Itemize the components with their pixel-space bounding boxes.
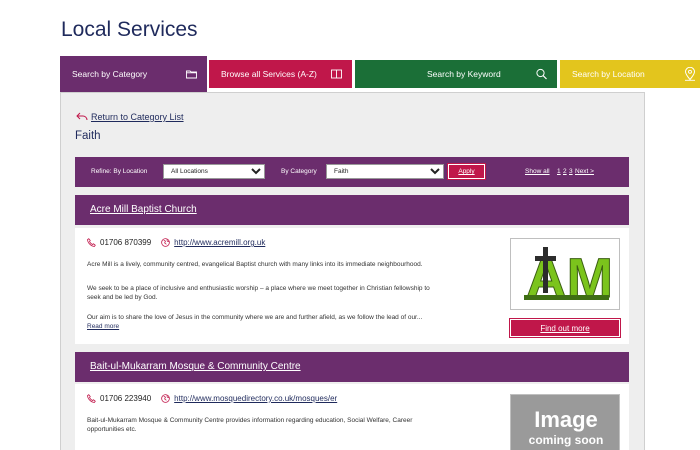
page-title: Local Services bbox=[61, 18, 198, 41]
description-paragraph: We seek to be a place of inclusive and e… bbox=[87, 285, 430, 301]
category-title: Faith bbox=[75, 130, 101, 142]
globe-icon bbox=[161, 394, 170, 403]
result-contact: 01706 223940 http://www.mosquedirectory.… bbox=[87, 394, 337, 403]
next-page-link[interactable]: Next > bbox=[575, 168, 594, 175]
return-to-category-link[interactable]: Return to Category List bbox=[76, 112, 184, 122]
tab-search-by-keyword[interactable]: Search by Keyword bbox=[355, 60, 557, 88]
image-coming-soon-placeholder: Image coming soon bbox=[510, 394, 620, 450]
page-link-2[interactable]: 2 bbox=[563, 168, 567, 175]
tab-search-by-category[interactable]: Search by Category bbox=[60, 56, 207, 92]
website-link[interactable]: http://www.acremill.org.uk bbox=[174, 238, 265, 247]
find-out-more-button[interactable]: Find out more bbox=[509, 318, 621, 338]
phone-number: 01706 223940 bbox=[100, 394, 152, 403]
phone-number: 01706 870399 bbox=[100, 238, 152, 247]
apply-button[interactable]: Apply bbox=[447, 163, 486, 180]
show-all-link[interactable]: Show all bbox=[525, 168, 550, 175]
result-title-link[interactable]: Bait-ul-Mukarram Mosque & Community Cent… bbox=[90, 361, 301, 372]
result-header: Bait-ul-Mukarram Mosque & Community Cent… bbox=[75, 352, 629, 382]
return-arrow-icon bbox=[76, 112, 88, 121]
folder-icon bbox=[186, 70, 197, 79]
read-more-link[interactable]: Read more bbox=[87, 323, 119, 330]
tab-label: Search by Category bbox=[72, 69, 148, 79]
refine-location-label: Refine: By Location bbox=[91, 168, 148, 175]
search-icon bbox=[536, 68, 547, 80]
tab-label: Search by Location bbox=[572, 69, 645, 79]
result-contact: 01706 870399 http://www.acremill.org.uk bbox=[87, 238, 265, 247]
description-paragraph: Our aim is to share the love of Jesus in… bbox=[87, 314, 423, 330]
return-link-label: Return to Category List bbox=[91, 112, 184, 122]
tab-browse-az[interactable]: Browse all Services (A-Z) bbox=[209, 60, 352, 88]
tab-label: Browse all Services (A-Z) bbox=[221, 69, 317, 79]
acre-mill-logo: AM bbox=[510, 238, 620, 310]
page-link-1[interactable]: 1 bbox=[557, 168, 561, 175]
result-title-link[interactable]: Acre Mill Baptist Church bbox=[90, 204, 197, 215]
result-card: 01706 223940 http://www.mosquedirectory.… bbox=[75, 384, 629, 450]
search-tabs: Search by Category Browse all Services (… bbox=[60, 56, 700, 92]
website-link[interactable]: http://www.mosquedirectory.co.uk/mosques… bbox=[174, 394, 337, 403]
refine-category-label: By Category bbox=[281, 168, 317, 175]
description-paragraph: Bait-ul-Mukarram Mosque & Community Cent… bbox=[87, 417, 413, 433]
page-link-3[interactable]: 3 bbox=[569, 168, 573, 175]
result-card: 01706 870399 http://www.acremill.org.uk … bbox=[75, 228, 629, 344]
result-header: Acre Mill Baptist Church bbox=[75, 195, 629, 225]
category-select[interactable]: Faith bbox=[326, 164, 444, 179]
globe-icon bbox=[161, 238, 170, 247]
tab-search-by-location[interactable]: Search by Location bbox=[560, 60, 700, 88]
location-pin-icon bbox=[684, 67, 696, 81]
phone-icon bbox=[87, 238, 96, 247]
description-paragraph: Acre Mill is a lively, community centred… bbox=[87, 261, 423, 268]
phone-icon bbox=[87, 394, 96, 403]
tab-label: Search by Keyword bbox=[427, 69, 501, 79]
book-icon bbox=[331, 69, 342, 79]
refine-bar: Refine: By Location All Locations By Cat… bbox=[75, 157, 629, 187]
location-select[interactable]: All Locations bbox=[163, 164, 265, 179]
